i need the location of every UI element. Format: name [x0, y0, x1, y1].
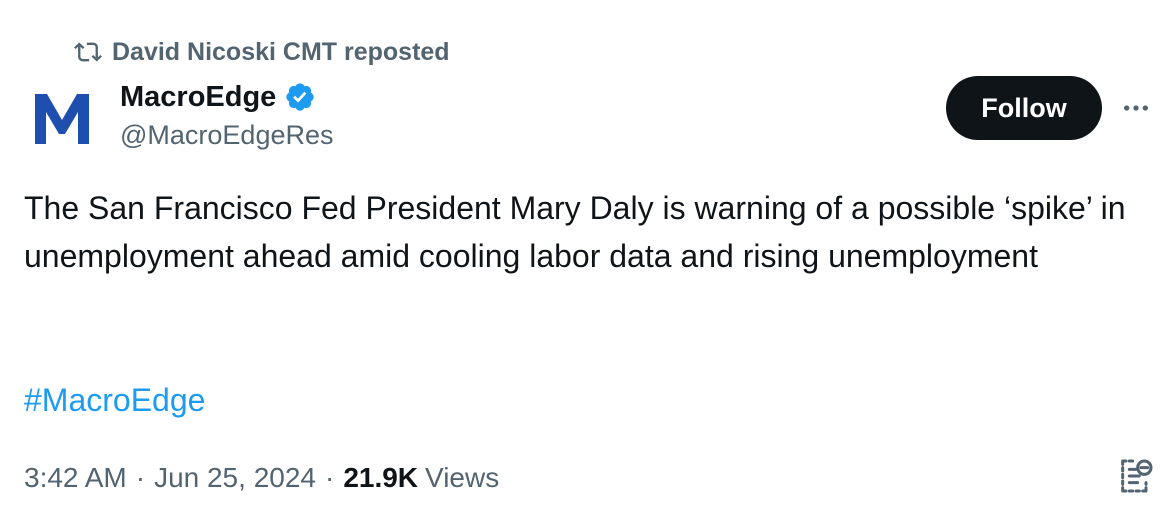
views-label: Views — [425, 462, 500, 493]
follow-button[interactable]: Follow — [946, 76, 1102, 140]
views-count: 21.9K — [343, 462, 419, 493]
verified-badge-icon — [286, 83, 314, 111]
meta-separator: · — [324, 462, 335, 493]
avatar[interactable] — [24, 80, 100, 156]
hashtag-link[interactable]: #MacroEdge — [24, 376, 205, 424]
more-options-button[interactable] — [1118, 92, 1154, 124]
author-name[interactable]: MacroEdge — [120, 81, 276, 114]
tweet-time[interactable]: 3:42 AM — [24, 462, 127, 494]
tweet-text: The San Francisco Fed President Mary Dal… — [24, 190, 1126, 274]
meta-separator: · — [135, 462, 146, 493]
repost-header[interactable]: David Nicoski CMT reposted — [74, 36, 450, 68]
author-name-row[interactable]: MacroEdge — [120, 78, 316, 116]
analytics-icon — [1121, 459, 1153, 493]
macroedge-logo — [35, 94, 89, 144]
tweet-date[interactable]: Jun 25, 2024 — [154, 462, 316, 494]
author-handle[interactable]: @MacroEdgeRes — [120, 120, 334, 151]
repost-text[interactable]: David Nicoski CMT reposted — [112, 38, 450, 67]
more-options-icon — [1124, 105, 1148, 111]
tweet-meta: 3:42 AM · Jun 25, 2024 · 21.9K Views — [24, 456, 499, 500]
analytics-button[interactable] — [1114, 456, 1158, 496]
repost-icon — [74, 38, 102, 66]
